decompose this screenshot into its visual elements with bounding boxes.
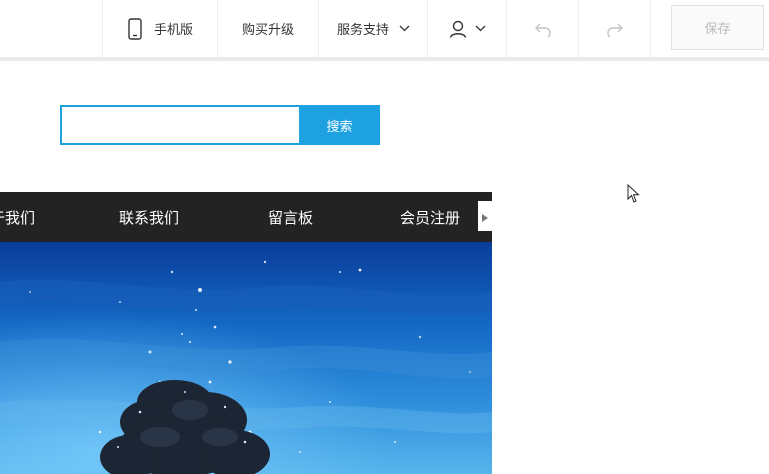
mobile-version-button[interactable]: 手机版 [102, 0, 218, 57]
user-icon [449, 20, 467, 38]
mobile-phone-icon [128, 17, 142, 40]
redo-button[interactable] [578, 0, 651, 57]
site-nav-bar: 于我们 联系我们 留言板 会员注册 [0, 192, 492, 242]
buy-upgrade-button[interactable]: 购买升级 [217, 0, 318, 57]
undo-button[interactable] [506, 0, 579, 57]
triangle-right-icon [482, 207, 488, 226]
nav-item-message-board[interactable]: 留言板 [268, 192, 313, 242]
search-input[interactable] [60, 105, 300, 145]
mouse-pointer-icon [627, 183, 641, 204]
redo-icon [606, 20, 624, 38]
mobile-version-label: 手机版 [153, 23, 193, 38]
user-menu-dropdown[interactable] [427, 0, 507, 57]
undo-icon [534, 20, 552, 38]
banner-image [0, 242, 492, 474]
buy-upgrade-label: 购买升级 [241, 23, 294, 38]
save-button[interactable]: 保存 [671, 5, 764, 50]
service-support-label: 服务支持 [336, 23, 389, 38]
top-toolbar: 手机版 购买升级 服务支持 保存 [0, 0, 769, 61]
service-support-dropdown[interactable]: 服务支持 [318, 0, 428, 57]
nav-scroll-next-button[interactable] [478, 201, 492, 231]
nav-item-contact-us[interactable]: 联系我们 [119, 192, 179, 242]
chevron-down-icon [399, 25, 410, 32]
search-button[interactable]: 搜索 [299, 105, 380, 145]
nav-item-about-us[interactable]: 于我们 [0, 192, 35, 242]
nav-item-member-register[interactable]: 会员注册 [400, 192, 460, 242]
chevron-down-icon [475, 25, 486, 32]
